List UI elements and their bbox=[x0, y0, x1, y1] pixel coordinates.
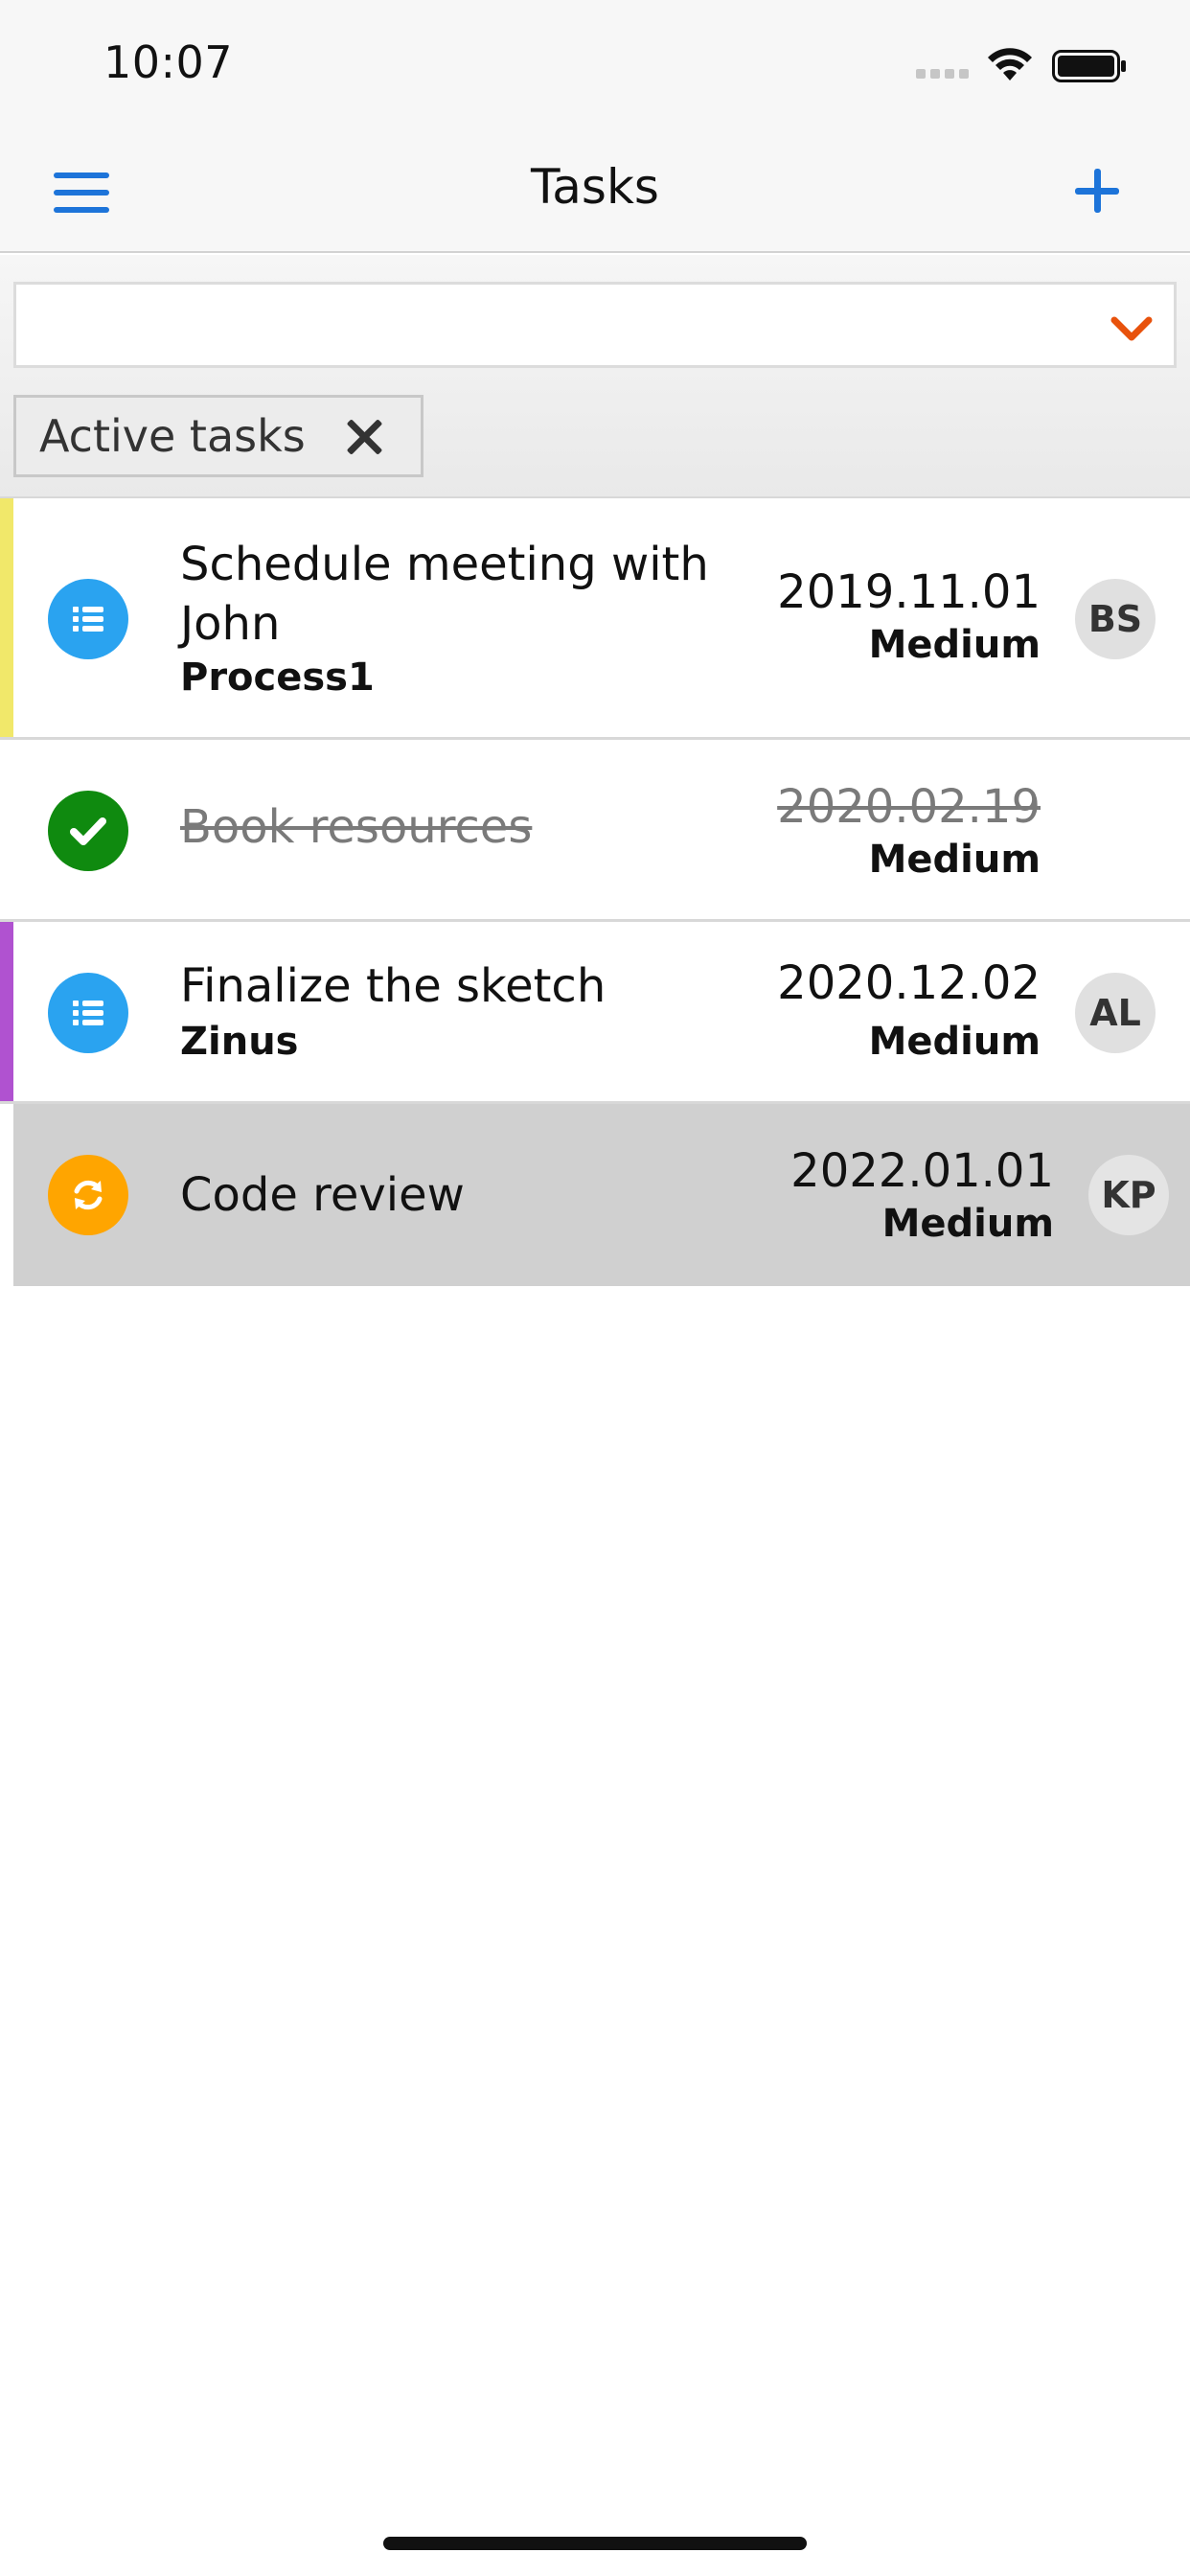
chevron-down-icon bbox=[1110, 316, 1153, 341]
task-accent-bar bbox=[0, 498, 13, 737]
task-title: Finalize the sketch bbox=[180, 959, 606, 1013]
task-date: 2022.01.01 bbox=[790, 1144, 1054, 1198]
page-title: Tasks bbox=[531, 159, 659, 215]
task-date: 2020.12.02 bbox=[777, 956, 1041, 1010]
filter-chip-label: Active tasks bbox=[39, 410, 306, 462]
wifi-icon bbox=[988, 48, 1032, 80]
task-title: Book resources bbox=[180, 800, 533, 854]
filter-select[interactable] bbox=[13, 282, 1177, 368]
task-title: Schedule meeting with John bbox=[180, 538, 709, 651]
task-priority: Medium bbox=[868, 623, 1041, 667]
task-row[interactable]: Book resources 2020.02.19 Medium bbox=[0, 740, 1190, 922]
task-priority: Medium bbox=[868, 838, 1041, 882]
avatar: BS bbox=[1075, 579, 1156, 659]
status-bar: 10:07 bbox=[0, 0, 1190, 126]
status-time: 10:07 bbox=[103, 36, 234, 88]
task-title: Code review bbox=[180, 1168, 465, 1222]
avatar: AL bbox=[1075, 973, 1156, 1053]
battery-icon bbox=[1052, 50, 1126, 82]
avatar: KP bbox=[1088, 1155, 1169, 1235]
task-priority: Medium bbox=[881, 1202, 1054, 1246]
task-row[interactable]: Code review 2022.01.01 Medium KP bbox=[13, 1104, 1190, 1286]
task-subtitle: Zinus bbox=[180, 1020, 299, 1064]
task-list: Schedule meeting with John Process1 2019… bbox=[0, 498, 1190, 1286]
task-subtitle: Process1 bbox=[180, 656, 375, 700]
filter-area: Active tasks bbox=[0, 255, 1190, 498]
refresh-icon bbox=[48, 1155, 128, 1235]
task-row[interactable]: Schedule meeting with John Process1 2019… bbox=[0, 498, 1190, 740]
list-icon bbox=[48, 579, 128, 659]
nav-bar: Tasks bbox=[0, 126, 1190, 253]
add-task-button[interactable] bbox=[1071, 165, 1125, 218]
signal-dots-icon bbox=[916, 69, 972, 80]
list-icon bbox=[48, 973, 128, 1053]
check-icon bbox=[48, 791, 128, 871]
filter-chip: Active tasks bbox=[13, 395, 423, 477]
task-accent-bar bbox=[0, 922, 13, 1101]
task-row[interactable]: Finalize the sketch Zinus 2020.12.02 Med… bbox=[0, 922, 1190, 1104]
task-priority: Medium bbox=[868, 1020, 1041, 1064]
task-date: 2019.11.01 bbox=[777, 565, 1041, 619]
home-indicator[interactable] bbox=[383, 2537, 807, 2550]
task-date: 2020.02.19 bbox=[777, 780, 1041, 834]
close-icon[interactable] bbox=[344, 417, 384, 457]
